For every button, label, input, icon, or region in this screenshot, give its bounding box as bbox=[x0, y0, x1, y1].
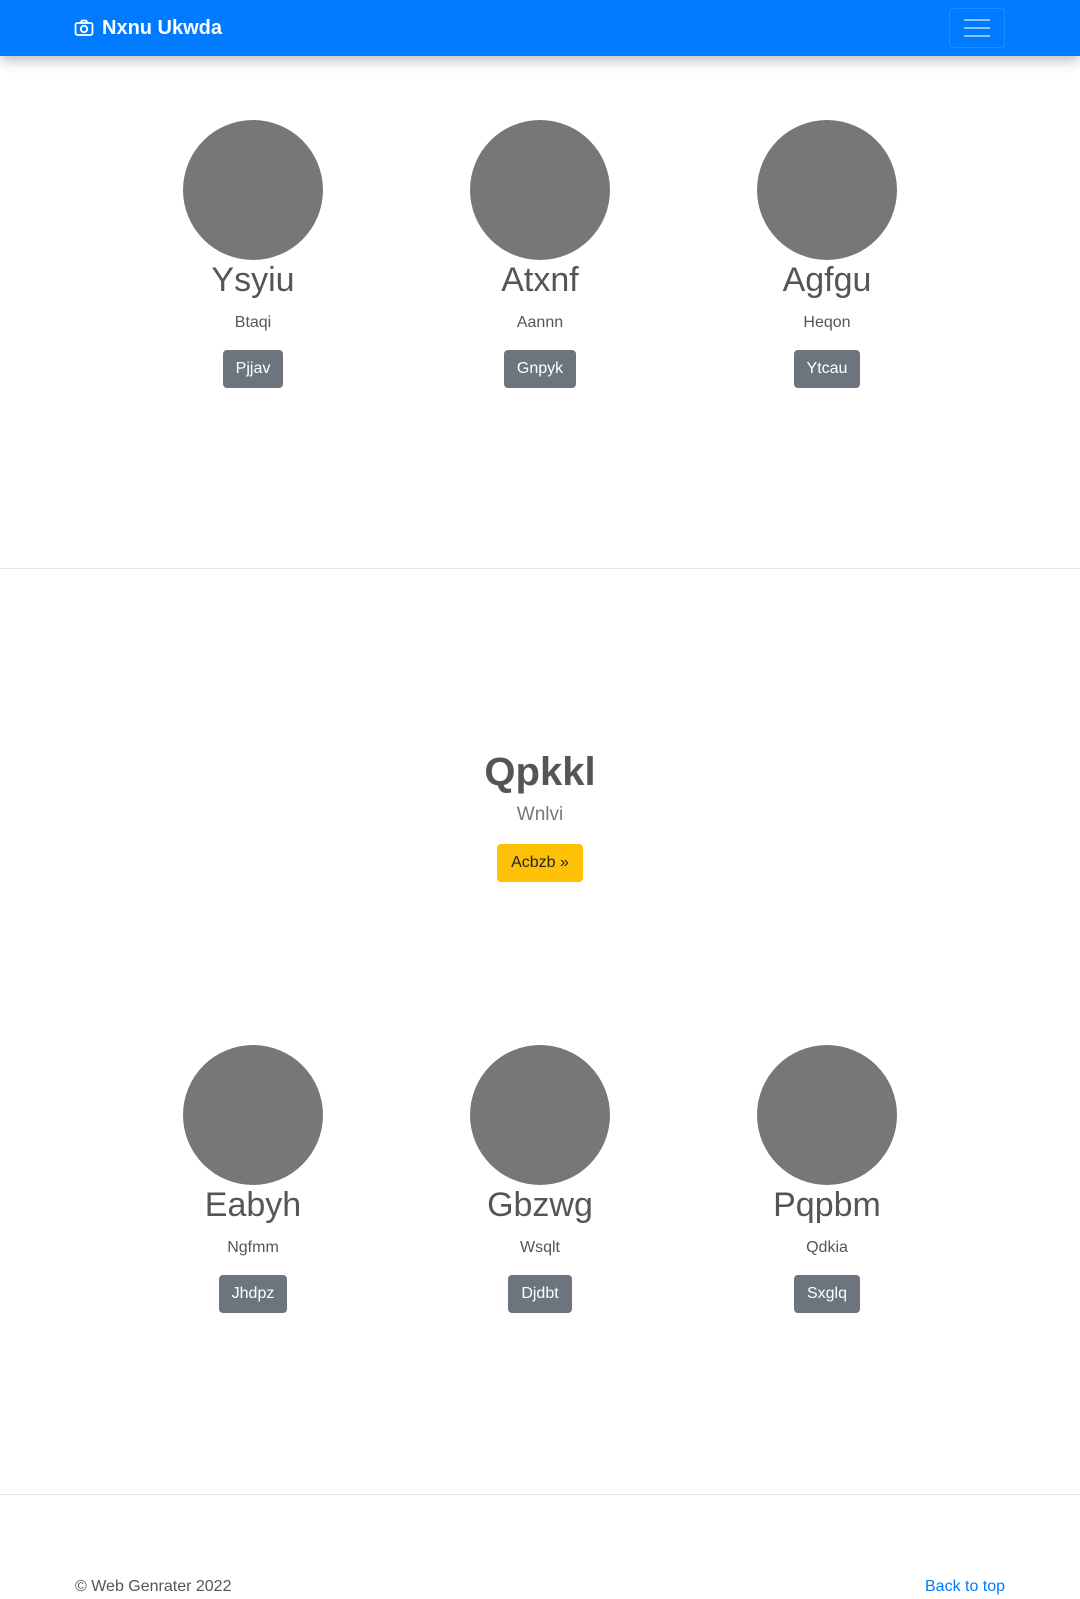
profile-card: Gbzwg Wsqlt Djdbt bbox=[400, 1045, 680, 1313]
card-name: Atxnf bbox=[501, 261, 579, 299]
card-subtitle: Qdkia bbox=[806, 1239, 848, 1256]
hamburger-icon bbox=[964, 19, 990, 37]
card-button[interactable]: Gnpyk bbox=[503, 350, 577, 388]
hero-lead: Wnlvi bbox=[516, 804, 564, 825]
avatar-placeholder bbox=[470, 120, 610, 260]
avatar-placeholder bbox=[183, 120, 323, 260]
back-to-top-link[interactable]: Back to top bbox=[925, 1577, 1005, 1597]
card-name: Eabyh bbox=[204, 1186, 302, 1224]
profile-card: Agfgu Heqon Ytcau bbox=[687, 120, 967, 388]
card-name: Pqpbm bbox=[773, 1186, 881, 1224]
avatar-placeholder bbox=[757, 120, 897, 260]
brand-link[interactable]: Nxnu Ukwda bbox=[74, 0, 222, 56]
navbar-toggler-button[interactable] bbox=[949, 8, 1005, 48]
card-name: Agfgu bbox=[782, 261, 872, 299]
brand-name: Nxnu Ukwda bbox=[102, 16, 223, 39]
section-divider bbox=[0, 568, 1080, 569]
card-button[interactable]: Pjjav bbox=[222, 350, 284, 388]
card-name: Ysyiu bbox=[211, 261, 295, 299]
camera-icon bbox=[74, 19, 94, 36]
profile-card: Atxnf Aannn Gnpyk bbox=[400, 120, 680, 388]
card-subtitle: Btaqi bbox=[234, 314, 272, 331]
profile-card: Pqpbm Qdkia Sxglq bbox=[687, 1045, 967, 1313]
card-subtitle: Wsqlt bbox=[520, 1239, 560, 1256]
avatar-placeholder bbox=[183, 1045, 323, 1185]
hero-cta-button[interactable]: Acbzb » bbox=[497, 844, 583, 882]
profile-card: Eabyh Ngfmm Jhdpz bbox=[113, 1045, 393, 1313]
hero-title: Qpkkl bbox=[484, 750, 596, 794]
avatar-placeholder bbox=[757, 1045, 897, 1185]
card-subtitle: Ngfmm bbox=[227, 1239, 279, 1256]
card-button[interactable]: Ytcau bbox=[793, 350, 861, 388]
profile-card: Ysyiu Btaqi Pjjav bbox=[113, 120, 393, 388]
card-name: Gbzwg bbox=[487, 1186, 593, 1224]
top-navbar: Nxnu Ukwda bbox=[0, 0, 1080, 56]
card-button[interactable]: Djdbt bbox=[508, 1275, 572, 1313]
card-subtitle: Heqon bbox=[803, 314, 851, 331]
footer-copyright: © Web Genrater 2022 bbox=[75, 1578, 232, 1595]
card-button[interactable]: Sxglq bbox=[793, 1275, 861, 1313]
card-button[interactable]: Jhdpz bbox=[218, 1275, 288, 1313]
avatar-placeholder bbox=[470, 1045, 610, 1185]
hero-section: Qpkkl Wnlvi Acbzb » bbox=[0, 748, 1080, 882]
card-subtitle: Aannn bbox=[516, 314, 564, 331]
footer-divider bbox=[0, 1494, 1080, 1495]
